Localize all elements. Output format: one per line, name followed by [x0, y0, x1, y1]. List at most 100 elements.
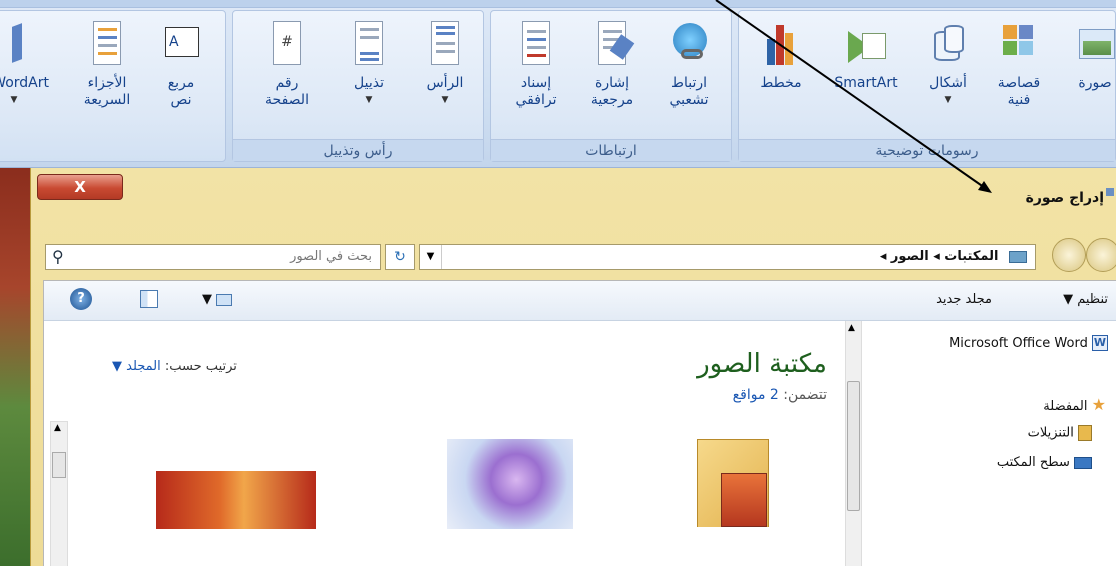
page-number-button[interactable]: # رقم الصفحة [247, 19, 327, 109]
help-button[interactable]: ? [70, 288, 92, 310]
header-icon [423, 19, 467, 69]
shapes-dropdown-icon: ▼ [944, 95, 952, 105]
clipart-icon [997, 19, 1041, 69]
navigation-scrollbar[interactable]: ▲ [844, 321, 862, 566]
smartart-button[interactable]: SmartArt [827, 19, 905, 92]
footer-button[interactable]: تذييل ▼ [337, 19, 401, 109]
quick-parts-button[interactable]: الأجزاء السريعة [67, 19, 147, 109]
quick-parts-icon [85, 19, 129, 69]
header-dropdown-icon: ▼ [441, 95, 449, 105]
downloads-icon [1078, 425, 1092, 441]
wordart-button[interactable]: WordArt ▼ [0, 19, 49, 109]
picture-button[interactable]: صورة [1065, 19, 1116, 92]
image-thumbnail-naruto[interactable] [156, 471, 316, 529]
organize-label: تنظيم [1077, 292, 1108, 307]
wordart-dropdown-icon: ▼ [10, 95, 18, 105]
cross-reference-button[interactable]: إسناد ترافقي [499, 19, 573, 109]
navigation-scrollbar-thumb[interactable] [847, 381, 860, 511]
nav-item-favorites-label: المفضلة [1043, 399, 1088, 414]
library-includes-label: تتضمن: [783, 387, 827, 403]
textbox-button[interactable]: A مربع نص [151, 19, 211, 109]
clipart-label: قصاصة فنية [997, 75, 1041, 108]
hyperlink-label: ارتباط تشعبي [669, 75, 709, 108]
chart-button[interactable]: مخطط [745, 19, 817, 92]
change-view-button[interactable]: ▼ [202, 292, 233, 307]
shapes-button[interactable]: أشكال ▼ [919, 19, 977, 109]
nav-item-favorites[interactable]: ★ المفضلة [1043, 395, 1106, 414]
desktop-icon [1074, 456, 1092, 469]
shapes-label: أشكال [929, 75, 967, 91]
footer-icon [347, 19, 391, 69]
help-icon: ? [70, 288, 92, 310]
word-icon: W [1092, 335, 1108, 351]
header-label: الرأس [426, 75, 464, 91]
file-browser-pane: تنظيم ▼ مجلد جديد ▼ ? W Microsoft Office… [43, 280, 1116, 566]
globe-link-icon [667, 19, 711, 69]
scroll-up-arrow-icon[interactable]: ▲ [848, 323, 855, 333]
breadcrumb[interactable]: المكتبات ◂ الصور ◂ [880, 249, 1027, 264]
search-placeholder: بحث في الصور [290, 249, 372, 264]
group-illustrations: صورة قصاصة فنية أشكال ▼ SmartArt مخطط رس… [738, 10, 1116, 162]
arrange-by-label: ترتيب حسب: [164, 359, 237, 374]
search-input[interactable]: بحث في الصور ⚲ [45, 244, 381, 270]
footer-label: تذييل [354, 75, 384, 91]
address-dropdown-button[interactable]: ▼ [420, 245, 442, 269]
preview-pane-button[interactable] [140, 290, 158, 312]
wordart-label: WordArt [0, 75, 49, 91]
anime-image-icon [447, 439, 573, 529]
wordart-icon [0, 19, 36, 69]
cross-reference-label: إسناد ترافقي [515, 75, 557, 108]
preview-pane-icon [140, 290, 158, 308]
group-links: ارتباط تشعبي إشارة مرجعية إسناد ترافقي ا… [490, 10, 732, 162]
library-folder-icon [1009, 250, 1027, 263]
new-folder-button[interactable]: مجلد جديد [936, 292, 992, 307]
organize-button[interactable]: تنظيم ▼ [1063, 292, 1108, 307]
insert-picture-dialog: X إدراج صورة المكتبات ◂ الصور ◂ ▼ ↻ بحث … [30, 168, 1116, 566]
forward-button[interactable] [1052, 238, 1086, 272]
back-button[interactable] [1086, 238, 1116, 272]
group-header-footer-label: رأس وتذييل [233, 139, 483, 161]
bookmark-button[interactable]: إشارة مرجعية [577, 19, 647, 109]
refresh-button[interactable]: ↻ [385, 244, 415, 270]
header-button[interactable]: الرأس ▼ [413, 19, 477, 109]
nav-item-desktop-label: سطح المكتب [996, 455, 1070, 470]
breadcrumb-text: المكتبات ◂ الصور ◂ [879, 249, 999, 264]
document-background [0, 168, 30, 566]
textbox-label: مربع نص [167, 75, 195, 108]
nav-item-desktop[interactable]: سطح المكتب [997, 455, 1092, 470]
image-thumbnail-anime[interactable] [447, 439, 573, 529]
dialog-title-icon [1106, 188, 1114, 196]
arrange-by-dropdown[interactable]: المجلد ▼ [112, 359, 161, 374]
nav-item-word[interactable]: W Microsoft Office Word [949, 335, 1108, 351]
folder-thumbnail[interactable] [691, 433, 775, 527]
search-icon: ⚲ [52, 247, 64, 266]
ribbon: صورة قصاصة فنية أشكال ▼ SmartArt مخطط رس… [0, 0, 1116, 168]
chart-icon [759, 19, 803, 69]
cross-reference-icon [514, 19, 558, 69]
chart-label: مخطط [760, 75, 802, 91]
clipart-button[interactable]: قصاصة فنية [987, 19, 1051, 109]
close-button[interactable]: X [37, 174, 123, 200]
ribbon-tab-strip [0, 0, 1116, 8]
library-content: مكتبة الصور تتضمن: 2 مواقع ترتيب حسب: ال… [44, 321, 846, 566]
bookmark-icon [590, 19, 635, 69]
star-icon: ★ [1091, 395, 1106, 414]
smartart-label: SmartArt [834, 75, 898, 91]
nav-item-word-label: Microsoft Office Word [949, 335, 1088, 351]
address-bar[interactable]: المكتبات ◂ الصور ◂ ▼ [419, 244, 1036, 270]
content-scrollbar-thumb[interactable] [52, 452, 66, 478]
group-header-footer: الرأس ▼ تذييل ▼ # رقم الصفحة رأس وتذييل [232, 10, 484, 162]
hyperlink-button[interactable]: ارتباط تشعبي [651, 19, 727, 109]
dialog-title: إدراج صورة [1025, 190, 1104, 206]
textbox-icon: A [159, 19, 203, 69]
library-includes: تتضمن: 2 مواقع [733, 387, 827, 403]
content-scroll-up-arrow-icon[interactable]: ▲ [54, 423, 61, 433]
library-locations-link[interactable]: 2 مواقع [733, 387, 779, 403]
arrange-by-value: المجلد [126, 359, 161, 374]
page-number-label: رقم الصفحة [265, 75, 309, 108]
group-text: A مربع نص الأجزاء السريعة WordArt ▼ [0, 10, 226, 162]
footer-dropdown-icon: ▼ [365, 95, 373, 105]
content-scrollbar[interactable]: ▲ [50, 421, 68, 566]
nav-item-downloads[interactable]: التنزيلات [1028, 425, 1092, 441]
view-icon [216, 293, 233, 306]
